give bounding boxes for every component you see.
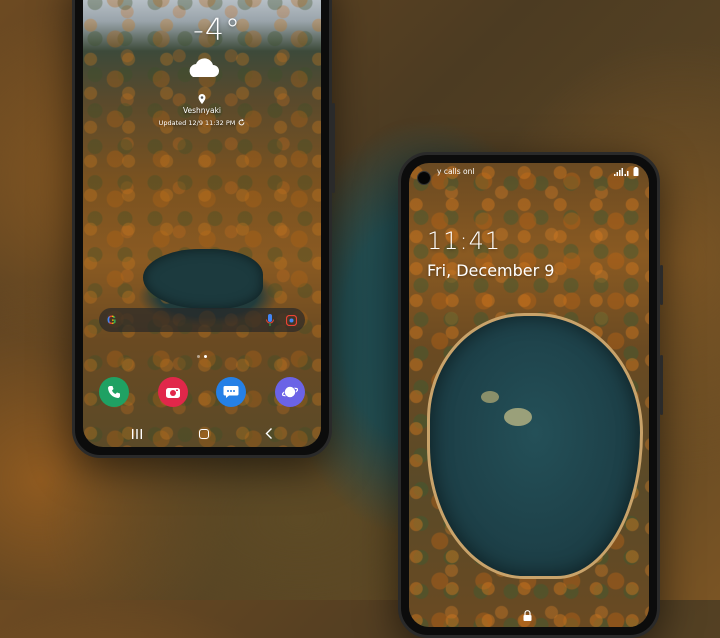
lock-date: Fri, December 9: [427, 261, 555, 280]
battery-icon: [633, 167, 639, 176]
home-wallpaper: -4° Veshnyaki Updated 12/9 11:32 PM G: [83, 0, 321, 447]
wallpaper-island: [504, 408, 532, 426]
weather-temperature: -4°: [193, 13, 241, 48]
location-pin-icon: [198, 94, 206, 104]
phone-home-screen: -4° Veshnyaki Updated 12/9 11:32 PM G: [72, 0, 335, 458]
page-dot-active: [204, 355, 207, 358]
phone-app-icon[interactable]: [99, 377, 129, 407]
power-button: [660, 355, 663, 415]
cloud-icon: [189, 58, 219, 77]
status-icons: [614, 167, 639, 176]
lock-icon: [523, 610, 532, 621]
carrier-status-text: y calls onl: [437, 167, 475, 176]
camera-app-icon[interactable]: [157, 377, 188, 407]
google-search-bar[interactable]: G: [99, 308, 305, 332]
signal-icon: [614, 167, 629, 176]
back-icon[interactable]: [265, 428, 273, 439]
lens-icon[interactable]: [286, 314, 297, 326]
home-icon[interactable]: [199, 428, 209, 439]
lock-wallpaper: y calls onl 11:41 Fri, December 9: [409, 163, 649, 627]
mic-icon[interactable]: [266, 314, 274, 326]
weather-widget[interactable]: -4° Veshnyaki Updated 12/9 11:32 PM: [83, 13, 321, 127]
weather-updated-text: Updated 12/9 11:32 PM: [158, 119, 236, 127]
messages-app-icon[interactable]: [216, 377, 247, 407]
weather-location: Veshnyaki: [182, 106, 222, 115]
weather-updated-row: Updated 12/9 11:32 PM: [83, 119, 321, 127]
page-dot: [197, 355, 200, 358]
wallpaper-island: [481, 391, 499, 403]
phone-icon: [108, 386, 120, 398]
phone-lock-screen: y calls onl 11:41 Fri, December 9: [398, 152, 663, 638]
internet-app-icon[interactable]: [274, 377, 305, 407]
camera-icon: [165, 388, 180, 398]
lock-clock: 11:41: [427, 227, 502, 255]
volume-button: [660, 265, 663, 305]
status-bar: y calls onl: [419, 167, 639, 176]
side-button: [332, 103, 335, 193]
navigation-bar: [83, 428, 321, 439]
wallpaper-lake: [427, 313, 643, 579]
recents-icon[interactable]: [131, 428, 143, 439]
internet-icon: [281, 386, 298, 398]
wallpaper-lake: [143, 249, 263, 309]
refresh-icon[interactable]: [238, 119, 245, 126]
messages-icon: [223, 386, 239, 398]
google-logo-icon: G: [107, 313, 117, 327]
search-bar-actions: [266, 314, 297, 326]
app-dock: [99, 377, 305, 407]
page-indicator: [83, 355, 321, 358]
